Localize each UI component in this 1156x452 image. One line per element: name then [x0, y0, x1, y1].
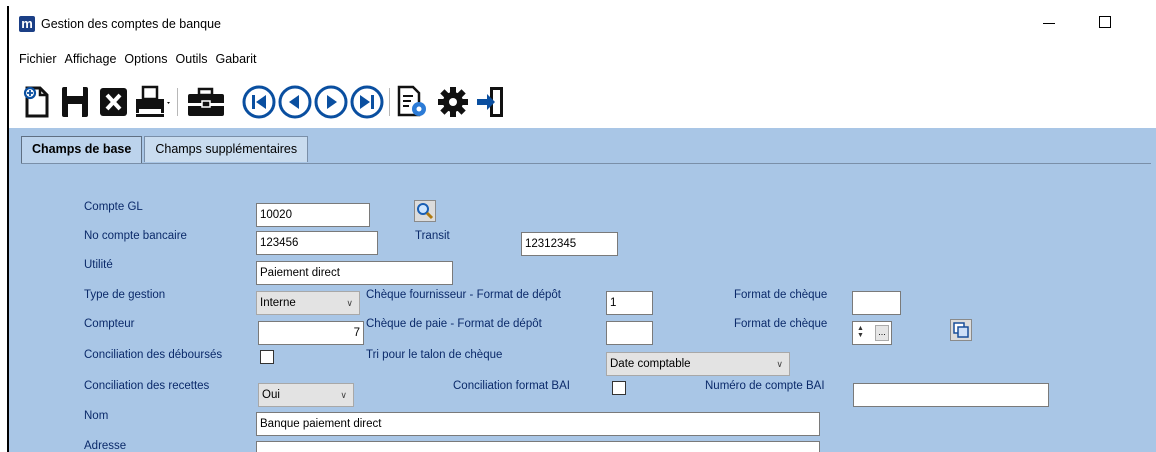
- toolbar-separator: [389, 88, 390, 116]
- delete-icon[interactable]: [97, 84, 129, 120]
- compte-gl-label: Compte GL: [84, 201, 143, 213]
- exit-icon[interactable]: [473, 84, 509, 120]
- maximize-button[interactable]: [1099, 16, 1111, 28]
- tri-talon-value: Date comptable: [610, 358, 691, 370]
- menu-bar: Fichier Affichage Options Outils Gabarit: [9, 49, 260, 69]
- settings-icon[interactable]: [435, 84, 471, 120]
- copy-icon: [953, 322, 969, 338]
- transit-field[interactable]: 12312345: [521, 232, 618, 256]
- conciliation-recettes-select[interactable]: Oui ∨: [258, 383, 354, 407]
- format-cheque-1-label: Format de chèque: [734, 289, 828, 301]
- compteur-field[interactable]: 7: [258, 321, 364, 345]
- type-gestion-value: Interne: [260, 297, 296, 309]
- save-icon[interactable]: [59, 84, 91, 120]
- transit-label: Transit: [415, 230, 450, 242]
- ellipsis-button[interactable]: ...: [875, 325, 889, 341]
- tab-divider: [21, 163, 1151, 164]
- chevron-down-icon: ∨: [346, 298, 353, 308]
- search-button[interactable]: [414, 200, 436, 222]
- conciliation-debourses-checkbox[interactable]: [260, 350, 274, 364]
- format-cheque-2-spinner[interactable]: ▲ ▼ ...: [852, 321, 892, 345]
- chevron-down-icon: ∨: [776, 359, 783, 369]
- menu-fichier[interactable]: Fichier: [9, 49, 61, 69]
- print-icon[interactable]: [133, 84, 173, 120]
- nom-label: Nom: [84, 410, 109, 422]
- copy-button[interactable]: [950, 319, 972, 341]
- numero-bai-label: Numéro de compte BAI: [705, 380, 825, 392]
- compteur-label: Compteur: [84, 318, 135, 330]
- chevron-down-icon: ∨: [340, 390, 347, 400]
- adresse-label: Adresse: [84, 440, 127, 452]
- conciliation-debourses-label: Conciliation des déboursés: [84, 349, 223, 361]
- title-bar: m Gestion des comptes de banque: [9, 6, 1156, 44]
- briefcase-icon[interactable]: [185, 84, 227, 120]
- conciliation-bai-checkbox[interactable]: [612, 381, 626, 395]
- utilite-field[interactable]: Paiement direct: [256, 261, 453, 285]
- toolbar-separator: [177, 88, 178, 116]
- form-panel: Champs de base Champs supplémentaires Co…: [9, 128, 1156, 452]
- compte-gl-field[interactable]: 10020: [256, 203, 370, 227]
- numero-bai-field[interactable]: [853, 383, 1049, 407]
- window-title: Gestion des comptes de banque: [41, 17, 221, 31]
- conciliation-bai-label: Conciliation format BAI: [453, 380, 570, 392]
- cheque-fournisseur-label: Chèque fournisseur - Format de dépôt: [366, 289, 561, 301]
- tab-champs-supplementaires[interactable]: Champs supplémentaires: [144, 136, 309, 162]
- last-record-icon[interactable]: [349, 84, 385, 120]
- type-gestion-label: Type de gestion: [84, 289, 166, 301]
- no-compte-field[interactable]: 123456: [256, 231, 378, 255]
- spin-arrows-icon[interactable]: ▲ ▼: [857, 325, 864, 339]
- tab-strip: Champs de base Champs supplémentaires: [21, 136, 310, 164]
- toolbar: [17, 80, 657, 126]
- menu-gabarit[interactable]: Gabarit: [211, 49, 260, 69]
- nom-field[interactable]: Banque paiement direct: [256, 412, 820, 436]
- main-window: m Gestion des comptes de banque Fichier …: [7, 6, 1156, 452]
- first-record-icon[interactable]: [241, 84, 277, 120]
- tri-talon-label: Tri pour le talon de chèque: [366, 349, 503, 361]
- menu-outils[interactable]: Outils: [172, 49, 212, 69]
- conciliation-recettes-label: Conciliation des recettes: [84, 380, 210, 392]
- no-compte-label: No compte bancaire: [84, 230, 187, 242]
- report-settings-icon[interactable]: [395, 84, 431, 120]
- format-cheque-2-label: Format de chèque: [734, 318, 828, 330]
- conciliation-recettes-value: Oui: [262, 389, 280, 401]
- format-cheque-1-field[interactable]: [852, 291, 901, 315]
- utilite-label: Utilité: [84, 259, 113, 271]
- cheque-paie-label: Chèque de paie - Format de dépôt: [366, 318, 542, 330]
- next-record-icon[interactable]: [313, 84, 349, 120]
- new-icon[interactable]: [21, 84, 51, 120]
- search-icon: [417, 203, 434, 220]
- previous-record-icon[interactable]: [277, 84, 313, 120]
- adresse-field[interactable]: [256, 441, 820, 452]
- cheque-paie-field[interactable]: [606, 321, 653, 345]
- app-logo-icon: m: [19, 16, 35, 32]
- minimize-button[interactable]: [1041, 14, 1057, 30]
- tab-champs-de-base[interactable]: Champs de base: [21, 136, 143, 164]
- type-gestion-select[interactable]: Interne ∨: [256, 291, 360, 315]
- tri-talon-select[interactable]: Date comptable ∨: [606, 352, 790, 376]
- cheque-fournisseur-field[interactable]: 1: [606, 291, 653, 315]
- menu-options[interactable]: Options: [120, 49, 171, 69]
- menu-affichage[interactable]: Affichage: [61, 49, 121, 69]
